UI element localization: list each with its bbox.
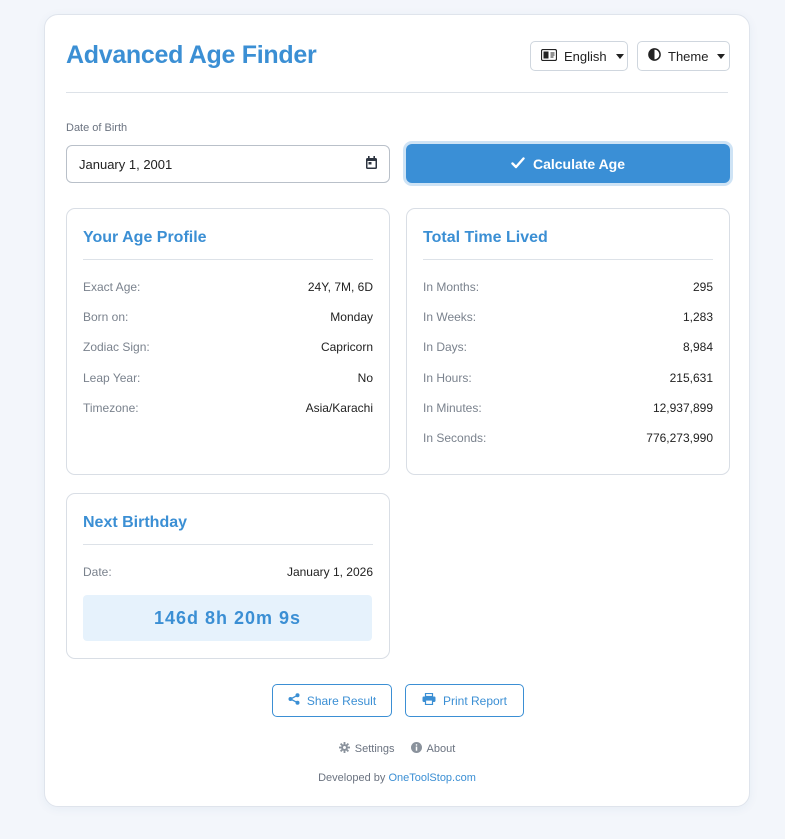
row-label: Born on: [83,310,129,324]
birthday-date-row: Date: January 1, 2026 [83,565,373,579]
age-profile-panel: Your Age Profile Exact Age: 24Y, 7M, 6D … [66,208,390,475]
chevron-down-icon [615,53,624,59]
page-title: Advanced Age Finder [66,41,317,69]
credit-prefix: Developed by [318,772,386,784]
row-value: 24Y, 7M, 6D [307,280,373,294]
calculate-label: Calculate Age [532,155,626,172]
profile-row: Timezone: Asia/Karachi [83,401,373,415]
row-label: In Hours: [423,371,472,385]
header: Advanced Age Finder English Theme [66,37,730,93]
panel-title: Total Time Lived [423,229,548,246]
total-row: In Days: 8,984 [423,340,713,354]
footer-links: Settings About [45,742,749,756]
language-icon [540,48,558,64]
calculate-button[interactable]: Calculate Age [406,144,730,183]
print-report-button[interactable]: Print Report [405,684,524,717]
panel-title: Next Birthday [83,514,188,531]
row-label: Date: [83,565,112,579]
share-label: Share Result [306,693,377,708]
row-value: No [357,371,373,385]
theme-dropdown[interactable]: Theme [637,41,730,71]
row-value: 776,273,990 [646,431,713,445]
dob-label: Date of Birth [66,122,128,134]
settings-link[interactable]: Settings [338,742,395,756]
row-label: In Minutes: [423,401,482,415]
row-value: Monday [330,310,373,324]
printer-icon [422,692,436,708]
about-label: About [426,743,456,755]
total-row: In Hours: 215,631 [423,371,713,385]
next-birthday-panel: Next Birthday Date: January 1, 2026 146d… [66,493,390,659]
dob-field[interactable]: January 1, 2001 [66,145,390,183]
row-label: In Seconds: [423,431,487,445]
total-row: In Weeks: 1,283 [423,310,713,324]
total-row: In Seconds: 776,273,990 [423,431,713,445]
total-time-panel: Total Time Lived In Months: 295 In Weeks… [406,208,730,475]
row-value: 295 [692,280,713,294]
birthday-countdown: 146d 8h 20m 9s [83,595,372,641]
share-result-button[interactable]: Share Result [272,684,392,717]
credit-line: Developed by OneToolStop.com [45,772,749,784]
row-label: In Days: [423,340,468,354]
profile-row: Leap Year: No [83,371,373,385]
row-label: Leap Year: [83,371,141,385]
language-dropdown[interactable]: English [530,41,628,71]
calendar-icon[interactable] [366,156,377,172]
chevron-down-icon [717,53,726,59]
row-value: January 1, 2026 [286,565,373,579]
print-label: Print Report [442,693,508,708]
language-label: English [564,48,607,64]
settings-label: Settings [354,743,395,755]
check-icon [511,156,525,172]
row-value: Asia/Karachi [305,401,373,415]
row-label: Timezone: [83,401,139,415]
divider [423,259,713,260]
row-label: Exact Age: [83,280,141,294]
total-row: In Minutes: 12,937,899 [423,401,713,415]
row-value: 1,283 [682,310,713,324]
about-link[interactable]: About [410,742,456,756]
divider [83,544,373,545]
credit-link[interactable]: OneToolStop.com [388,772,475,784]
gear-icon [338,742,350,756]
panel-title: Your Age Profile [83,229,207,246]
row-value: 215,631 [669,371,713,385]
profile-row: Exact Age: 24Y, 7M, 6D [83,280,373,294]
share-icon [288,693,300,708]
total-row: In Months: 295 [423,280,713,294]
theme-label: Theme [668,48,709,64]
info-icon [410,742,422,756]
dob-value: January 1, 2001 [79,156,173,172]
contrast-icon [648,48,661,64]
profile-row: Zodiac Sign: Capricorn [83,340,373,354]
main-card: Advanced Age Finder English Theme Date o… [44,14,750,807]
row-value: 12,937,899 [652,401,713,415]
divider [83,259,373,260]
row-value: Capricorn [320,340,373,354]
row-label: In Weeks: [423,310,477,324]
row-label: Zodiac Sign: [83,340,150,354]
row-value: 8,984 [682,340,713,354]
row-label: In Months: [423,280,480,294]
profile-row: Born on: Monday [83,310,373,324]
